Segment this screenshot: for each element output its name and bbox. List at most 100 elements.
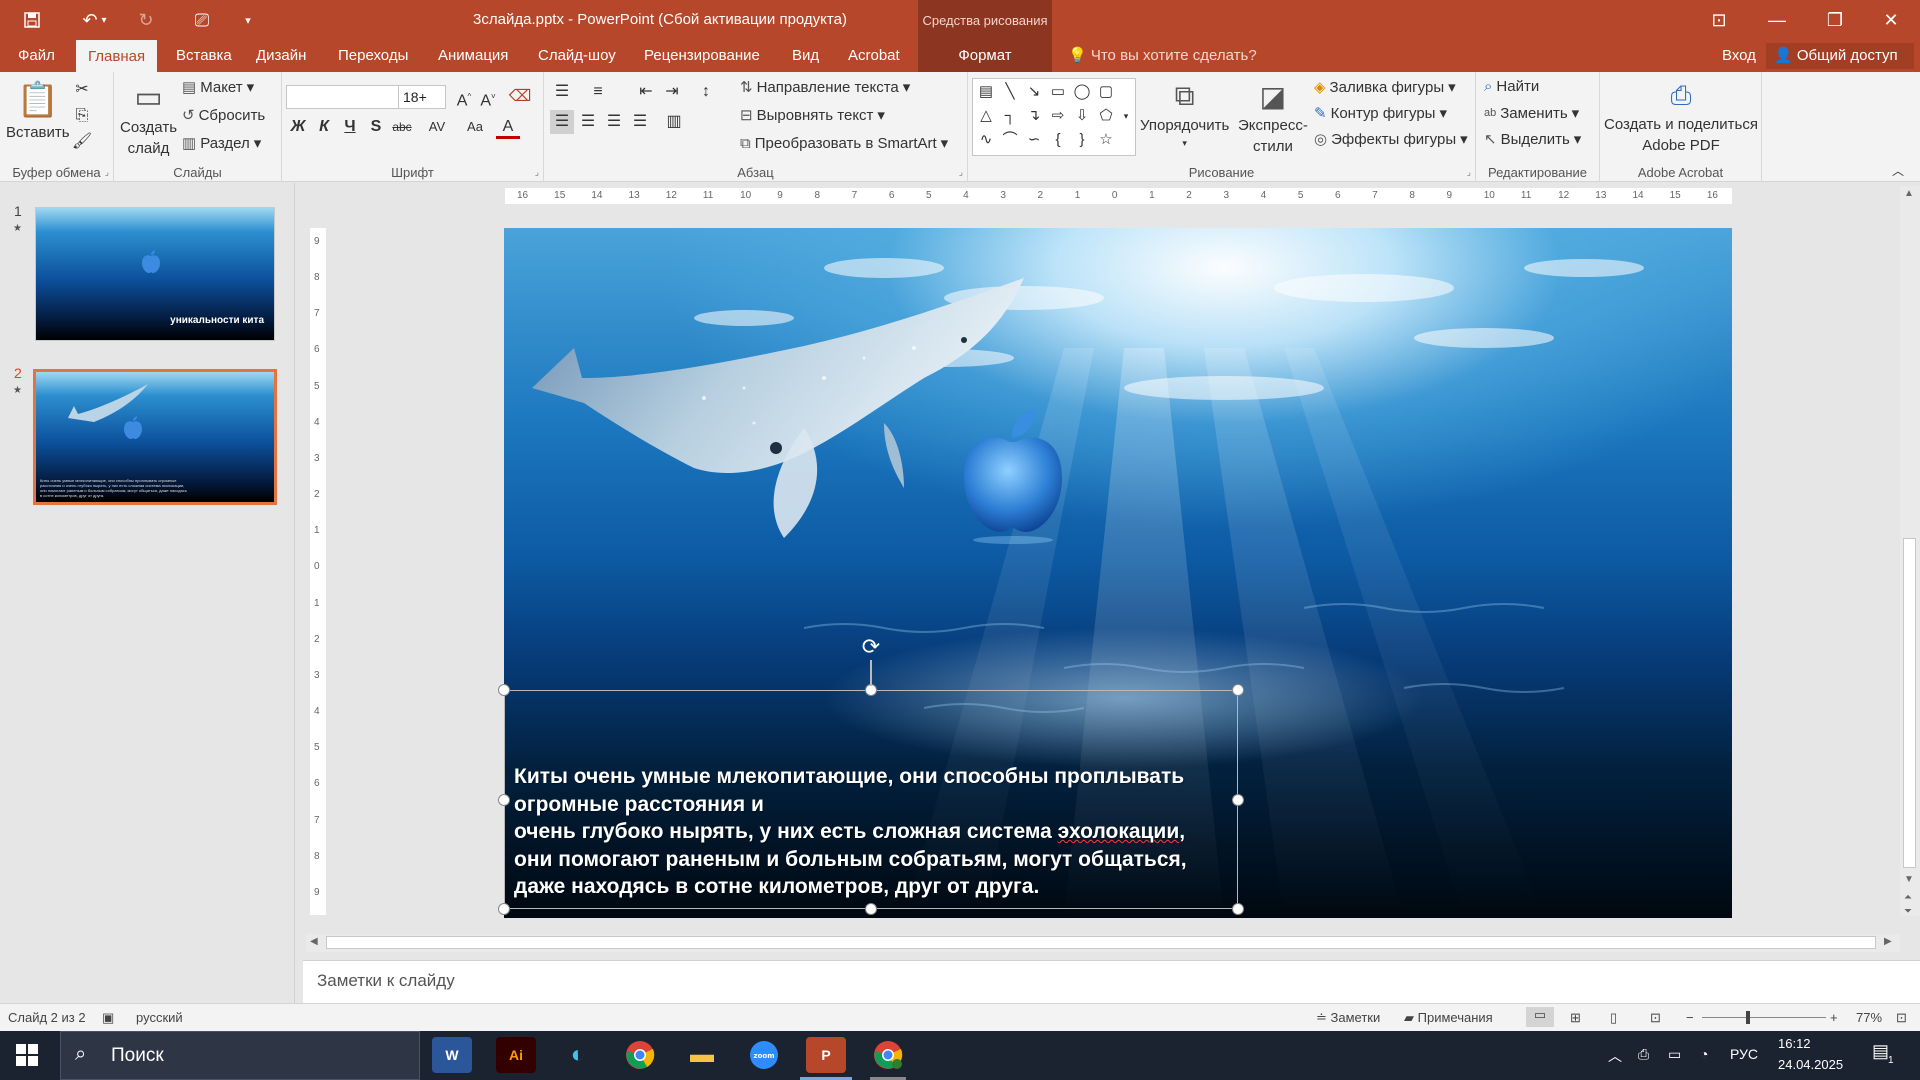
scroll-left-icon[interactable]: ◀ bbox=[310, 936, 318, 947]
align-center-icon[interactable]: ☰ bbox=[576, 110, 600, 134]
justify-icon[interactable]: ☰ bbox=[628, 110, 652, 134]
shape-outline-button[interactable]: ✎ Контур фигуры ▾ bbox=[1314, 104, 1447, 123]
clock-time[interactable]: 16:12 bbox=[1778, 1036, 1811, 1051]
previous-slide-icon[interactable]: ⏶ bbox=[1904, 892, 1912, 903]
notifications-icon[interactable]: ▤ bbox=[1872, 1041, 1889, 1062]
word-app-icon[interactable]: W bbox=[432, 1037, 472, 1073]
bullets-icon[interactable]: ☰ bbox=[550, 80, 574, 104]
close-button[interactable]: ✕ bbox=[1862, 0, 1920, 40]
char-spacing-button[interactable]: AV bbox=[420, 115, 454, 139]
zoom-level[interactable]: 77% bbox=[1856, 1010, 1882, 1025]
triangle-shape-icon[interactable]: △ bbox=[975, 105, 997, 127]
slide-thumbnail-1[interactable]: уникальности кита bbox=[35, 207, 275, 341]
battery-icon[interactable]: ▭ bbox=[1668, 1046, 1681, 1063]
spellcheck-icon[interactable]: ▣ bbox=[102, 1010, 114, 1026]
numbering-icon[interactable]: ≡ bbox=[586, 80, 610, 104]
paragraph-dialog-launcher-icon[interactable]: ⌟ bbox=[959, 167, 963, 178]
zoom-app-icon[interactable]: zoom bbox=[744, 1037, 784, 1073]
tab-view[interactable]: Вид bbox=[780, 40, 831, 72]
chrome-profile-icon[interactable] bbox=[868, 1037, 908, 1073]
layout-button[interactable]: ▤ Макет ▾ bbox=[182, 78, 254, 97]
taskbar-search-box[interactable]: ⌕ Поиск bbox=[60, 1031, 420, 1080]
zoom-out-icon[interactable]: − bbox=[1686, 1010, 1694, 1025]
arc-shape-icon[interactable]: ⌒ bbox=[999, 129, 1021, 151]
rounded-rect-shape-icon[interactable]: ▢ bbox=[1095, 81, 1117, 103]
zoom-slider[interactable] bbox=[1702, 1017, 1826, 1018]
select-button[interactable]: ↖ Выделить ▾ bbox=[1484, 130, 1581, 149]
decrease-indent-icon[interactable]: ⇤ bbox=[634, 80, 658, 104]
resize-handle-bottom[interactable] bbox=[865, 903, 877, 915]
tab-slideshow[interactable]: Слайд-шоу bbox=[526, 40, 628, 72]
slide-sorter-icon[interactable]: ⊞ bbox=[1570, 1010, 1581, 1026]
increase-indent-icon[interactable]: ⇥ bbox=[660, 80, 684, 104]
windows-start-icon[interactable] bbox=[16, 1044, 38, 1069]
slideshow-view-icon[interactable]: ⊡ bbox=[1650, 1010, 1661, 1026]
ribbon-display-options-icon[interactable]: ⊡ bbox=[1690, 0, 1748, 40]
freeform-shape-icon[interactable]: ⬠ bbox=[1095, 105, 1117, 127]
scribble-shape-icon[interactable]: ∿ bbox=[975, 129, 997, 151]
down-arrow-shape-icon[interactable]: ⇩ bbox=[1071, 105, 1093, 127]
zoom-slider-thumb[interactable] bbox=[1746, 1011, 1750, 1024]
share-button[interactable]: 👤 Общий доступ bbox=[1766, 43, 1914, 69]
curve-shape-icon[interactable]: ∽ bbox=[1023, 129, 1045, 151]
tell-me-search[interactable]: 💡 Что вы хотите сделать? bbox=[1068, 40, 1257, 72]
normal-view-icon[interactable]: ▭ bbox=[1526, 1007, 1554, 1027]
notes-toggle[interactable]: ≐ Заметки bbox=[1316, 1010, 1380, 1026]
powerpoint-app-icon[interactable]: P bbox=[806, 1037, 846, 1073]
meet-now-icon[interactable]: ⎙ bbox=[1638, 1046, 1649, 1063]
resize-handle-right[interactable] bbox=[1232, 794, 1244, 806]
elbow-connector-icon[interactable]: ┐ bbox=[999, 105, 1021, 127]
tab-animations[interactable]: Анимация bbox=[426, 40, 520, 72]
edge-browser-icon[interactable]: ◐ bbox=[558, 1037, 598, 1073]
columns-icon[interactable]: ▥ bbox=[662, 110, 686, 134]
show-hidden-icons-icon[interactable]: ︿ bbox=[1608, 1046, 1622, 1066]
replace-button[interactable]: ab Заменить ▾ bbox=[1484, 104, 1579, 123]
file-explorer-icon[interactable]: ▬ bbox=[682, 1037, 722, 1073]
tab-file[interactable]: Файл bbox=[6, 40, 67, 72]
tab-insert[interactable]: Вставка bbox=[164, 40, 244, 72]
line-spacing-icon[interactable]: ↕ bbox=[694, 80, 718, 104]
bold-button[interactable]: Ж bbox=[286, 115, 310, 139]
star-shape-icon[interactable]: ☆ bbox=[1095, 129, 1117, 151]
next-slide-icon[interactable]: ⏷ bbox=[1904, 906, 1912, 917]
right-brace-icon[interactable]: } bbox=[1071, 129, 1093, 151]
reset-button[interactable]: ↺ Сбросить bbox=[182, 106, 265, 125]
scroll-down-icon[interactable]: ▼ bbox=[1904, 874, 1914, 885]
tab-acrobat[interactable]: Acrobat bbox=[836, 40, 912, 72]
drawing-dialog-launcher-icon[interactable]: ⌟ bbox=[1467, 167, 1471, 178]
font-name-combo[interactable] bbox=[286, 85, 400, 109]
rotate-handle-icon[interactable]: ⟳ bbox=[859, 636, 883, 660]
elbow-arrow-icon[interactable]: ↴ bbox=[1023, 105, 1045, 127]
quick-styles-button[interactable]: ◪ Экспресс- стили bbox=[1238, 80, 1308, 155]
shadow-button[interactable]: S bbox=[364, 115, 388, 139]
strikethrough-button[interactable]: abc bbox=[390, 115, 414, 139]
zoom-in-icon[interactable]: + bbox=[1830, 1010, 1838, 1025]
align-text-button[interactable]: ⊟ Выровнять текст ▾ bbox=[740, 106, 885, 125]
shape-fill-button[interactable]: ◈ Заливка фигуры ▾ bbox=[1314, 78, 1456, 97]
line-shape-icon[interactable]: ╲ bbox=[999, 81, 1021, 103]
tab-transitions[interactable]: Переходы bbox=[326, 40, 420, 72]
resize-handle-top-right[interactable] bbox=[1232, 684, 1244, 696]
restore-button[interactable]: ❐ bbox=[1806, 0, 1864, 40]
collapse-ribbon-icon[interactable]: ︿ bbox=[1892, 162, 1904, 179]
tab-format[interactable]: Формат bbox=[918, 40, 1052, 72]
clock-date[interactable]: 24.04.2025 bbox=[1778, 1057, 1843, 1072]
new-slide-button[interactable]: ▭ Создать слайд bbox=[120, 80, 177, 157]
shapes-gallery[interactable]: ▤ ╲ ↘ ▭ ◯ ▢ △ ┐ ↴ ⇨ ⇩ ⬠ ∿ ⌒ ∽ { } ☆ ▾ bbox=[972, 78, 1136, 156]
gallery-more-icon[interactable]: ▾ bbox=[1119, 105, 1133, 127]
textbox-shape-icon[interactable]: ▤ bbox=[975, 81, 997, 103]
tab-design[interactable]: Дизайн bbox=[244, 40, 318, 72]
underline-button[interactable]: Ч bbox=[338, 115, 362, 139]
resize-handle-top-left[interactable] bbox=[498, 684, 510, 696]
dialog-launcher-icon[interactable]: ⌟ bbox=[105, 167, 109, 178]
grow-font-icon[interactable]: A^ bbox=[452, 85, 476, 109]
vertical-scroll-thumb[interactable] bbox=[1903, 538, 1916, 868]
cut-icon[interactable]: ✂ bbox=[70, 78, 94, 102]
keyboard-language[interactable]: РУС bbox=[1730, 1046, 1758, 1062]
reading-view-icon[interactable]: ▯ bbox=[1610, 1010, 1617, 1026]
vertical-scrollbar[interactable]: ▲ ▼ ⏶ ⏷ bbox=[1900, 186, 1920, 917]
align-left-icon[interactable]: ☰ bbox=[550, 110, 574, 134]
resize-handle-left[interactable] bbox=[498, 794, 510, 806]
language-indicator[interactable]: русский bbox=[136, 1010, 183, 1025]
shape-effects-button[interactable]: ◎ Эффекты фигуры ▾ bbox=[1314, 130, 1468, 149]
